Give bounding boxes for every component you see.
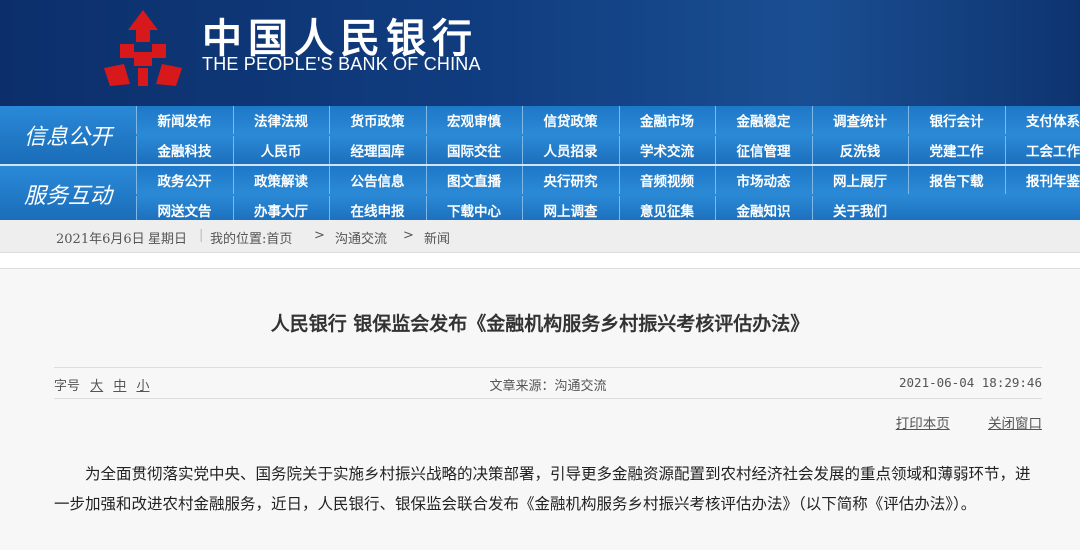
close-window-link[interactable]: 关闭窗口: [988, 416, 1042, 432]
bank-english-name: THE PEOPLE'S BANK OF CHINA: [202, 54, 481, 75]
nav-item-info-1-1[interactable]: 人民币: [233, 136, 329, 164]
nav-item-info-1-3[interactable]: 国际交往: [426, 136, 522, 164]
info-nav-grid: 新闻发布法律法规货币政策宏观审慎信贷政策金融市场金融稳定调查统计银行会计支付体系…: [136, 106, 1080, 164]
info-disclosure-title: 信息公开: [0, 106, 136, 164]
article-source: 文章来源：沟通交流: [54, 375, 1042, 394]
nav-item-info-0-3[interactable]: 宏观审慎: [426, 106, 522, 134]
nav-item-info-1-9[interactable]: 工会工作: [1005, 136, 1080, 164]
nav-item-service-0-6[interactable]: 市场动态: [715, 166, 811, 194]
current-date: 2021年6月6日: [56, 228, 145, 247]
main-navigation: 信息公开 新闻发布法律法规货币政策宏观审慎信贷政策金融市场金融稳定调查统计银行会…: [0, 106, 1080, 220]
nav-item-info-0-1[interactable]: 法律法规: [233, 106, 329, 134]
service-nav-grid: 政务公开政策解读公告信息图文直播央行研究音频视频市场动态网上展厅报告下载报刊年鉴…: [136, 166, 1080, 222]
article-container: 人民银行 银保监会发布《金融机构服务乡村振兴考核评估办法》 字号 大 中 小 文…: [0, 268, 1080, 550]
nav-item-info-0-4[interactable]: 信贷政策: [522, 106, 618, 134]
article-title: 人民银行 银保监会发布《金融机构服务乡村振兴考核评估办法》: [0, 309, 1080, 336]
nav-item-info-1-5[interactable]: 学术交流: [619, 136, 715, 164]
nav-item-info-0-2[interactable]: 货币政策: [329, 106, 425, 134]
article-paragraph: 为全面贯彻落实党中央、国务院关于实施乡村振兴战略的决策部署，引导更多金融资源配置…: [54, 459, 1042, 519]
nav-item-service-0-9[interactable]: 报刊年鉴: [1005, 166, 1080, 194]
nav-item-info-1-7[interactable]: 反洗钱: [812, 136, 908, 164]
breadcrumb-sep: >: [314, 228, 325, 243]
breadcrumb-home[interactable]: 我的位置:首页: [210, 228, 292, 247]
nav-item-info-0-0[interactable]: 新闻发布: [136, 106, 232, 134]
nav-item-info-1-4[interactable]: 人员招录: [522, 136, 618, 164]
pboc-logo-icon[interactable]: [100, 8, 186, 88]
breadcrumb-divider: |: [199, 228, 203, 243]
nav-item-info-0-5[interactable]: 金融市场: [619, 106, 715, 134]
site-header: 中国人民银行 THE PEOPLE'S BANK OF CHINA: [0, 0, 1080, 106]
nav-item-service-0-5[interactable]: 音频视频: [619, 166, 715, 194]
nav-item-service-0-7[interactable]: 网上展厅: [812, 166, 908, 194]
nav-item-info-1-6[interactable]: 征信管理: [715, 136, 811, 164]
print-page-link[interactable]: 打印本页: [896, 416, 950, 432]
nav-item-info-1-0[interactable]: 金融科技: [136, 136, 232, 164]
current-weekday: 星期日: [148, 228, 187, 247]
breadcrumb: 2021年6月6日 星期日 | 我的位置:首页 > 沟通交流 > 新闻: [0, 220, 1080, 253]
nav-item-service-0-4[interactable]: 央行研究: [522, 166, 618, 194]
nav-item-info-0-7[interactable]: 调查统计: [812, 106, 908, 134]
nav-item-service-0-2[interactable]: 公告信息: [329, 166, 425, 194]
nav-item-info-0-9[interactable]: 支付体系: [1005, 106, 1080, 134]
breadcrumb-communication[interactable]: 沟通交流: [335, 228, 387, 247]
nav-item-service-0-0[interactable]: 政务公开: [136, 166, 232, 194]
nav-item-service-0-3[interactable]: 图文直播: [426, 166, 522, 194]
service-interaction-nav: 服务互动 政务公开政策解读公告信息图文直播央行研究音频视频市场动态网上展厅报告下…: [0, 164, 1080, 222]
publish-datetime: 2021-06-04 18:29:46: [899, 375, 1042, 390]
nav-item-info-1-8[interactable]: 党建工作: [908, 136, 1004, 164]
nav-item-info-1-2[interactable]: 经理国库: [329, 136, 425, 164]
nav-item-info-0-8[interactable]: 银行会计: [908, 106, 1004, 134]
breadcrumb-sep: >: [403, 228, 414, 243]
article-actions: 打印本页 关闭窗口: [862, 412, 1042, 432]
nav-item-service-0-8[interactable]: 报告下载: [908, 166, 1004, 194]
breadcrumb-news[interactable]: 新闻: [424, 228, 450, 247]
article-meta: 字号 大 中 小 文章来源：沟通交流 2021-06-04 18:29:46: [54, 367, 1042, 399]
info-disclosure-nav: 信息公开 新闻发布法律法规货币政策宏观审慎信贷政策金融市场金融稳定调查统计银行会…: [0, 106, 1080, 164]
nav-item-info-0-6[interactable]: 金融稳定: [715, 106, 811, 134]
service-interaction-title: 服务互动: [0, 166, 136, 222]
nav-item-service-0-1[interactable]: 政策解读: [233, 166, 329, 194]
